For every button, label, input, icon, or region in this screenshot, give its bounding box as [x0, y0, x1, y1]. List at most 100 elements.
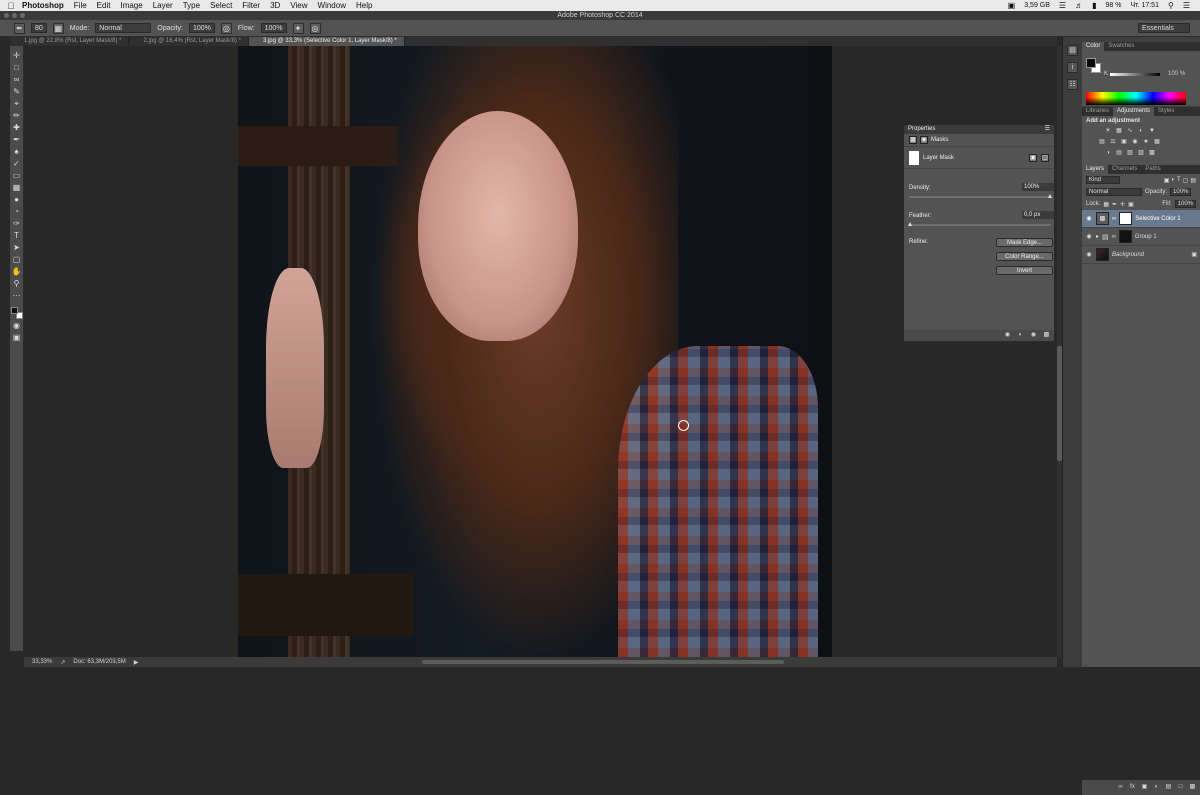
layer-filter-dropdown[interactable]: Kind — [1086, 176, 1120, 184]
marquee-tool-icon[interactable]: □ — [11, 63, 22, 73]
spotlight-icon[interactable]: ⚲ — [1168, 1, 1174, 10]
add-vector-mask-icon[interactable]: ▢ — [1041, 153, 1049, 162]
delete-mask-icon[interactable]: ▩ — [1043, 332, 1050, 339]
layer-group-1[interactable]: ◉ ▸ ▤ ∞ Group 1 — [1082, 228, 1200, 246]
tab-document-3[interactable]: 3.jpg @ 33,3% (Selective Color 1, Layer … — [248, 37, 405, 46]
more-tools-icon[interactable]: ⋯ — [11, 291, 22, 301]
feather-field[interactable]: 0,0 px — [1022, 211, 1054, 219]
menu-layer[interactable]: Layer — [153, 1, 173, 10]
filter-pixel-icon[interactable]: ▣ — [1164, 177, 1170, 184]
app-menu[interactable]: Photoshop — [22, 1, 64, 10]
volume-icon[interactable]: ♬ — [1075, 1, 1083, 10]
new-layer-icon[interactable]: □ — [1177, 784, 1184, 791]
notifications-icon[interactable]: ☰ — [1183, 1, 1190, 10]
crop-tool-icon[interactable]: ⌖ — [11, 99, 22, 109]
menu-file[interactable]: File — [74, 1, 87, 10]
group-mask-thumbnail[interactable] — [1118, 230, 1132, 243]
brush-preset-icon[interactable]: ✒ — [14, 22, 25, 34]
new-group-icon[interactable]: ▤ — [1165, 784, 1172, 791]
menu-view[interactable]: View — [290, 1, 307, 10]
tab-layers[interactable]: Layers — [1082, 165, 1109, 174]
toggle-visibility-icon[interactable]: ◉ — [1030, 332, 1037, 339]
apple-icon[interactable]:  — [0, 1, 22, 11]
black-white-icon[interactable]: ▣ — [1120, 138, 1128, 146]
foreground-color-chip[interactable] — [1086, 58, 1096, 68]
link-icon[interactable]: ∞ — [1112, 234, 1116, 240]
select-pixel-mask-icon[interactable]: ▣ — [1029, 153, 1037, 162]
lock-image-icon[interactable]: ✒ — [1112, 201, 1117, 208]
minimize-window-icon[interactable] — [12, 13, 17, 18]
photo-filter-icon[interactable]: ◉ — [1131, 138, 1139, 146]
mask-edge-button[interactable]: Mask Edge... — [996, 238, 1053, 247]
menu-filter[interactable]: Filter — [242, 1, 260, 10]
eye-icon[interactable]: ◉ — [1085, 251, 1093, 258]
filter-type-icon[interactable]: T — [1177, 177, 1181, 184]
blur-tool-icon[interactable]: ● — [11, 195, 22, 205]
status-menu-icon[interactable]: ▶ — [134, 659, 139, 666]
channel-mixer-icon[interactable]: ★ — [1142, 138, 1150, 146]
adjustment-layer-thumbnail[interactable]: ▩ — [1096, 212, 1109, 225]
filter-adjustment-icon[interactable]: ◐ — [1171, 177, 1175, 184]
color-range-button[interactable]: Color Range... — [996, 252, 1053, 261]
k-channel-value[interactable]: 100 — [1164, 71, 1178, 77]
density-slider[interactable] — [909, 196, 1051, 198]
zoom-tool-icon[interactable]: ⚲ — [11, 279, 22, 289]
trash-icon[interactable]: ▩ — [1189, 784, 1196, 791]
tab-document-2[interactable]: 2.jpg @ 16,4% (Rst, Layer Mask/8) * — [129, 37, 249, 46]
brush-size-field[interactable]: 80 — [31, 23, 47, 33]
background-thumbnail[interactable] — [1096, 248, 1109, 261]
adjustment-properties-icon[interactable]: ▩ — [909, 136, 917, 144]
pen-tool-icon[interactable]: ✑ — [11, 219, 22, 229]
new-adjustment-icon[interactable]: ◐ — [1153, 784, 1160, 791]
color-swatches[interactable] — [10, 307, 23, 319]
brightness-contrast-icon[interactable]: ☀ — [1104, 127, 1112, 135]
properties-title-bar[interactable]: Properties ☰ — [904, 125, 1054, 134]
tab-styles[interactable]: Styles — [1154, 107, 1178, 116]
type-tool-icon[interactable]: T — [11, 231, 22, 241]
k-channel-slider[interactable] — [1110, 73, 1160, 76]
zoom-readout[interactable]: 33,33% — [32, 659, 52, 665]
color-spectrum[interactable] — [1086, 92, 1186, 105]
levels-icon[interactable]: ▦ — [1115, 127, 1123, 135]
lock-transparent-icon[interactable]: ▦ — [1103, 201, 1109, 208]
export-icon[interactable]: ↗ — [60, 659, 65, 666]
brush-tool-icon[interactable]: ✒ — [11, 135, 22, 145]
history-panel-icon[interactable]: ▤ — [1067, 45, 1078, 56]
history-brush-tool-icon[interactable]: ✓ — [11, 159, 22, 169]
layer-opacity-field[interactable]: 100% — [1170, 188, 1192, 196]
view-previous-state-icon[interactable]: ◐ — [1017, 332, 1024, 339]
quick-mask-icon[interactable]: ◉ — [11, 321, 22, 331]
lock-icon[interactable]: ▣ — [1191, 251, 1197, 258]
lock-all-icon[interactable]: ▣ — [1128, 201, 1134, 208]
eye-icon[interactable]: ◉ — [1085, 215, 1093, 222]
blend-mode-dropdown[interactable]: Normal — [1086, 188, 1142, 196]
exposure-icon[interactable]: ◐ — [1137, 127, 1145, 135]
workspace-switcher[interactable]: Essentials — [1138, 23, 1190, 33]
tab-libraries[interactable]: Libraries — [1082, 107, 1113, 116]
tab-color[interactable]: Color — [1082, 42, 1105, 51]
gradient-map-icon[interactable]: ▨ — [1137, 149, 1145, 157]
portrait-photo[interactable] — [238, 46, 832, 657]
eraser-tool-icon[interactable]: ▭ — [11, 171, 22, 181]
mode-dropdown[interactable]: Normal — [95, 23, 152, 33]
color-lookup-icon[interactable]: ▦ — [1153, 138, 1161, 146]
layer-background[interactable]: ◉ Background ▣ — [1082, 246, 1200, 264]
eye-icon[interactable]: ◉ — [1085, 233, 1093, 240]
invert-button[interactable]: Invert — [996, 266, 1053, 275]
menu-3d[interactable]: 3D — [270, 1, 280, 10]
tab-channels[interactable]: Channels — [1108, 165, 1141, 174]
color-balance-icon[interactable]: ⚖ — [1109, 138, 1117, 146]
properties-panel-icon[interactable]: ☷ — [1067, 79, 1078, 90]
layer-selective-color[interactable]: ◉ ▩ ∞ Selective Color 1 — [1082, 210, 1200, 228]
quick-selection-tool-icon[interactable]: ✎ — [11, 87, 22, 97]
density-slider-knob[interactable] — [1048, 194, 1052, 198]
link-layers-icon[interactable]: ∞ — [1117, 784, 1124, 791]
hue-saturation-icon[interactable]: ▤ — [1098, 138, 1106, 146]
density-field[interactable]: 100% — [1022, 183, 1054, 191]
posterize-icon[interactable]: ▤ — [1115, 149, 1123, 157]
clock[interactable]: Чт. 17:51 — [1130, 2, 1159, 9]
tab-adjustments[interactable]: Adjustments — [1113, 107, 1155, 116]
tab-paths[interactable]: Paths — [1141, 165, 1164, 174]
move-tool-icon[interactable]: ✛ — [11, 51, 22, 61]
lasso-tool-icon[interactable]: ∞ — [11, 75, 22, 85]
